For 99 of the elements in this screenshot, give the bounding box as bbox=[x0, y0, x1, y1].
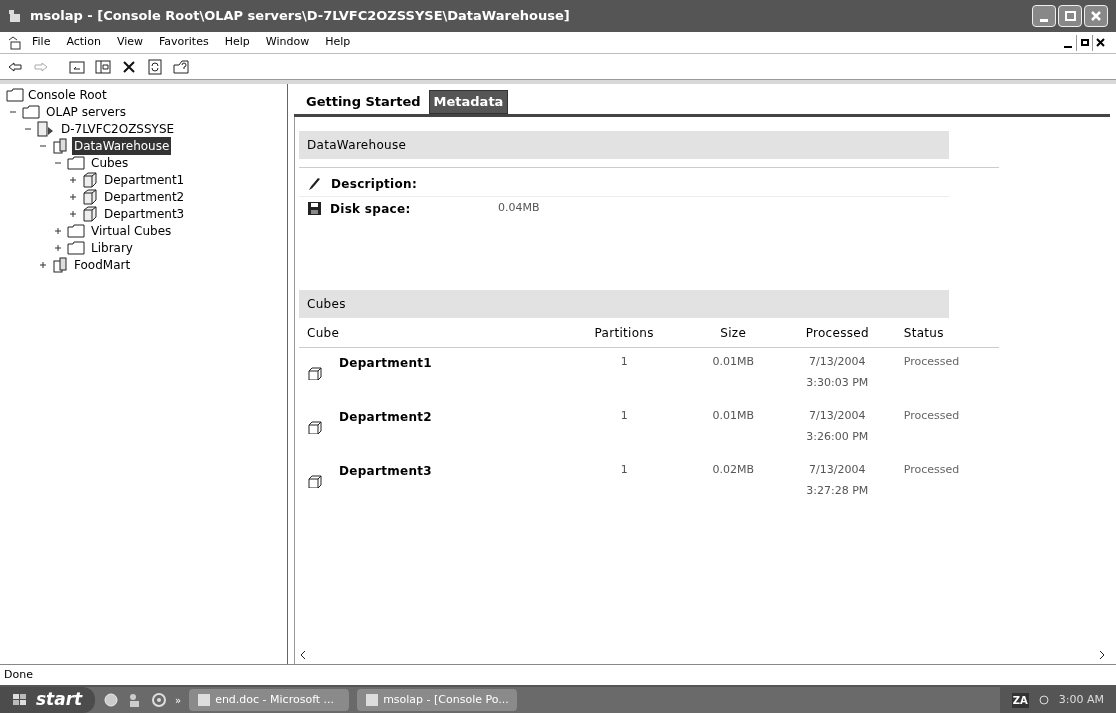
description-label: Description: bbox=[331, 176, 417, 193]
section-title: Cubes bbox=[307, 296, 346, 313]
tree-item[interactable]: Department3 bbox=[102, 204, 187, 223]
cube-icon bbox=[82, 205, 98, 222]
folder-icon bbox=[22, 104, 40, 119]
database-icon bbox=[52, 137, 68, 154]
media-icon[interactable] bbox=[151, 692, 167, 708]
table-cell-text: 7/13/2004 bbox=[809, 354, 866, 370]
up-folder-icon bbox=[69, 59, 85, 74]
column-header: Size bbox=[719, 324, 748, 342]
console-icon bbox=[8, 35, 22, 50]
disk-space-label: Disk space: bbox=[330, 200, 412, 218]
column-header: Status bbox=[902, 324, 945, 342]
delete-icon bbox=[122, 59, 136, 74]
menu-item[interactable]: File bbox=[26, 34, 57, 51]
table-cell: 3:27:28 PM bbox=[806, 482, 869, 499]
menu-item[interactable]: Window bbox=[259, 34, 316, 51]
menu-item[interactable]: Help bbox=[218, 34, 256, 51]
scroll-right-icon[interactable] bbox=[1098, 650, 1106, 660]
tree-item[interactable]: DataWarehouse bbox=[72, 136, 172, 155]
maximize-button[interactable] bbox=[1058, 5, 1082, 27]
document-icon bbox=[197, 693, 212, 707]
folder-icon bbox=[67, 223, 85, 238]
cube-icon bbox=[307, 420, 323, 434]
disk-space-value: 0.04MB bbox=[498, 200, 540, 217]
language-indicator[interactable]: ZA bbox=[1011, 692, 1029, 708]
close-button[interactable] bbox=[1084, 5, 1108, 27]
app-icon bbox=[8, 9, 22, 23]
expand-icon[interactable] bbox=[68, 174, 78, 185]
table-cell-text: Processed bbox=[902, 408, 961, 424]
pen-icon bbox=[307, 176, 323, 192]
expand-icon[interactable] bbox=[68, 208, 78, 219]
start-button[interactable]: start bbox=[0, 687, 95, 713]
tree-item[interactable]: Department2 bbox=[102, 187, 187, 206]
scroll-left-icon[interactable] bbox=[299, 650, 307, 660]
cube-icon bbox=[307, 366, 323, 380]
folder-icon bbox=[67, 155, 85, 170]
minimize-button[interactable] bbox=[1032, 5, 1056, 27]
network-icon[interactable] bbox=[1036, 694, 1051, 706]
table-cell: 3:26:00 PM bbox=[806, 428, 869, 445]
child-close-button[interactable] bbox=[1092, 34, 1108, 51]
table-cell-text: 7/13/2004 bbox=[809, 408, 866, 424]
cube-icon bbox=[82, 188, 98, 205]
tree-item[interactable]: D-7LVFC2OZSSYSE bbox=[59, 119, 177, 138]
table-cell-text: 0.01MB bbox=[711, 408, 755, 424]
tree-item[interactable]: FoodMart bbox=[72, 255, 133, 274]
menu-item[interactable]: Action bbox=[60, 34, 107, 51]
close-icon bbox=[1090, 10, 1102, 22]
table-cell-text: Department2 bbox=[339, 409, 432, 426]
table-cell-text: 7/13/2004 bbox=[809, 462, 866, 478]
table-cell-text: 1 bbox=[619, 408, 629, 424]
clock: 3:00 AM bbox=[1058, 691, 1104, 708]
expand-icon[interactable] bbox=[53, 242, 63, 253]
expand-icon[interactable] bbox=[68, 191, 78, 202]
folder-icon bbox=[6, 87, 24, 102]
database-icon bbox=[52, 256, 68, 273]
windows-logo-icon bbox=[12, 693, 28, 707]
section-title: DataWarehouse bbox=[307, 137, 407, 154]
table-cell-text: Department3 bbox=[339, 463, 432, 480]
table-cell: 3:30:03 PM bbox=[806, 374, 869, 391]
close-icon bbox=[1096, 38, 1105, 47]
tree-item[interactable]: Library bbox=[89, 238, 135, 257]
tab[interactable]: Metadata bbox=[428, 90, 509, 114]
panel-icon bbox=[95, 59, 111, 74]
back-arrow-icon bbox=[8, 61, 22, 72]
table-cell-text: Department1 bbox=[339, 355, 432, 372]
tree-item[interactable]: Virtual Cubes bbox=[89, 221, 174, 240]
column-header: Partitions bbox=[593, 324, 655, 342]
window-title: msolap - [Console Root\OLAP servers\D-7LVFC2OZSSYSE\DataWarehouse] bbox=[30, 7, 570, 26]
column-header: Processed bbox=[804, 324, 870, 342]
folder-icon bbox=[67, 240, 85, 255]
tree-item[interactable]: Cubes bbox=[89, 153, 131, 172]
browser-icon[interactable] bbox=[103, 692, 119, 708]
refresh-icon bbox=[148, 58, 162, 75]
cube-icon bbox=[82, 171, 98, 188]
tab[interactable]: Getting Started bbox=[302, 90, 425, 114]
tree-item[interactable]: Console Root bbox=[28, 85, 107, 104]
table-cell-text: 1 bbox=[619, 462, 629, 478]
forward-arrow-icon bbox=[34, 61, 48, 72]
menu-item[interactable]: Help bbox=[319, 34, 357, 51]
tree-item[interactable]: OLAP servers bbox=[44, 102, 128, 121]
table-cell-text: 0.01MB bbox=[711, 354, 755, 370]
server-icon bbox=[37, 120, 55, 137]
expand-icon[interactable] bbox=[53, 225, 63, 236]
table-cell-text: Processed bbox=[902, 462, 961, 478]
more-button[interactable]: » bbox=[175, 692, 182, 708]
menu-item[interactable]: Favorites bbox=[153, 34, 215, 51]
tree-item[interactable]: Department1 bbox=[102, 170, 187, 189]
child-restore-button[interactable] bbox=[1076, 34, 1092, 51]
status-text: Done bbox=[4, 666, 33, 683]
help-icon bbox=[173, 58, 189, 75]
table-cell-text: 1 bbox=[619, 354, 629, 370]
table-cell-text: Processed bbox=[902, 354, 961, 370]
table-cell-text: 0.02MB bbox=[711, 462, 755, 478]
cube-icon bbox=[307, 474, 323, 488]
column-header: Cube bbox=[307, 324, 341, 342]
document-icon bbox=[365, 693, 380, 707]
menu-item[interactable]: View bbox=[110, 34, 149, 51]
expand-icon[interactable] bbox=[38, 259, 48, 270]
